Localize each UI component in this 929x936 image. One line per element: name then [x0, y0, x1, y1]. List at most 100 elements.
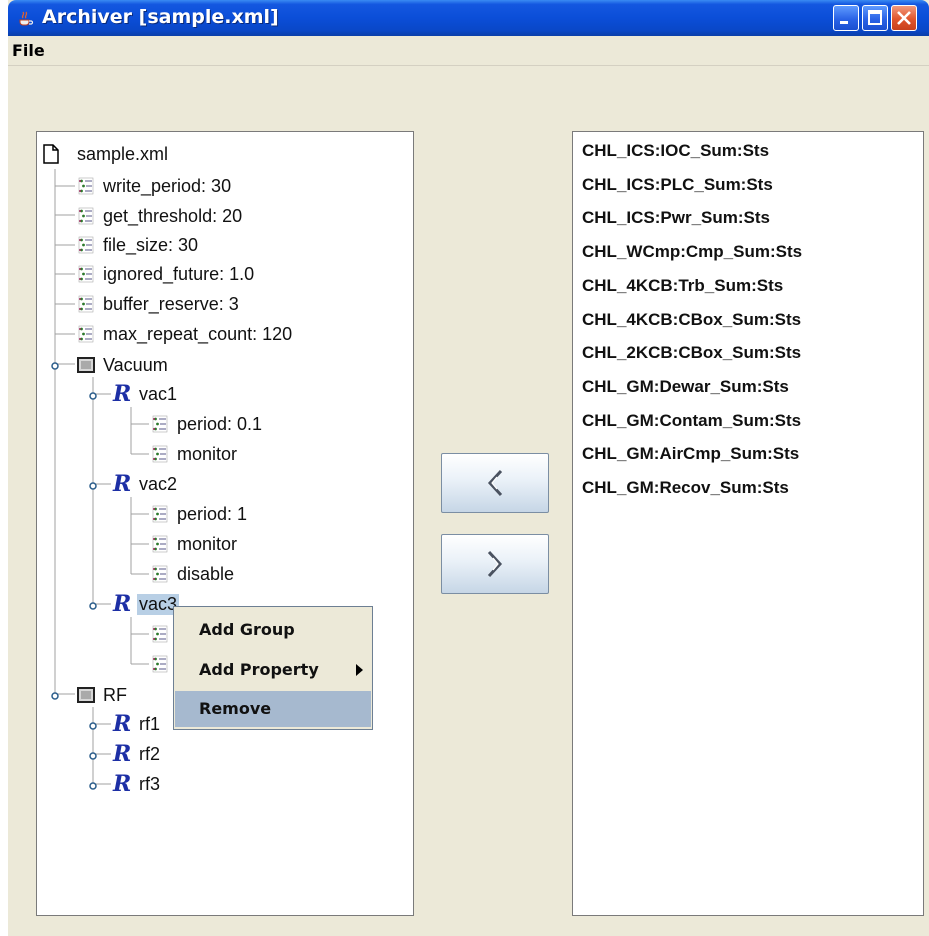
list-item[interactable]: CHL_ICS:IOC_Sum:Sts: [582, 141, 769, 161]
tree-node-property[interactable]: write_period: 30: [77, 172, 233, 200]
tree-node-property[interactable]: monitor: [151, 440, 239, 468]
tree-node-label: period: 0.1: [177, 413, 263, 434]
channel-icon: R: [113, 381, 132, 407]
list-item[interactable]: CHL_GM:AirCmp_Sum:Sts: [582, 444, 799, 464]
property-icon: [152, 535, 168, 553]
minimize-icon: [840, 21, 848, 24]
close-button[interactable]: [891, 5, 917, 31]
minimize-button[interactable]: [833, 5, 859, 31]
move-left-button[interactable]: [441, 453, 549, 513]
menu-item-add-group[interactable]: Add Group: [175, 612, 371, 648]
tree-node-label: max_repeat_count: 120: [103, 323, 293, 344]
list-item[interactable]: CHL_GM:Dewar_Sum:Sts: [582, 377, 789, 397]
tree-node-property[interactable]: period: 0.1: [151, 410, 264, 438]
tree-node-root[interactable]: sample.xml: [43, 140, 170, 168]
tree-node-property[interactable]: [151, 620, 175, 648]
document-icon: [43, 144, 59, 164]
tree-node-label: buffer_reserve: 3: [103, 293, 239, 314]
property-icon: [152, 505, 168, 523]
tree-node-property[interactable]: period: 1: [151, 500, 249, 528]
tree-node-label: rf2: [139, 743, 161, 764]
menu-item-remove[interactable]: Remove: [175, 691, 371, 727]
tree-node-label: period: 1: [177, 503, 248, 524]
maximize-icon: [868, 10, 882, 25]
group-icon: [77, 357, 95, 373]
menu-item-label: Add Property: [199, 660, 319, 679]
menu-item-add-property[interactable]: Add Property: [175, 652, 371, 688]
tree-node-label: sample.xml: [77, 143, 169, 164]
channel-icon: R: [113, 591, 132, 617]
list-item[interactable]: CHL_4KCB:Trb_Sum:Sts: [582, 276, 783, 296]
property-icon: [152, 625, 168, 643]
list-item[interactable]: CHL_GM:Contam_Sum:Sts: [582, 411, 801, 431]
property-icon: [78, 177, 94, 195]
menu-item-label: Add Group: [199, 620, 295, 639]
context-menu: Add Group Add Property Remove: [173, 606, 373, 730]
tree-node-property[interactable]: get_threshold: 20: [77, 202, 244, 230]
tree-node-channel-vac1[interactable]: R vac1: [113, 380, 179, 408]
tree-node-label: RF: [103, 684, 127, 705]
group-icon: [77, 687, 95, 703]
tree-node-property[interactable]: monitor: [151, 530, 239, 558]
tree-node-label: vac2: [139, 473, 178, 494]
property-icon: [152, 415, 168, 433]
java-cup-icon: [19, 11, 34, 26]
property-icon: [78, 236, 94, 254]
property-icon: [78, 265, 94, 283]
channel-icon: R: [113, 711, 132, 737]
tree-node-channel-rf1[interactable]: R rf1: [113, 710, 162, 738]
tree-node-channel-rf3[interactable]: R rf3: [113, 770, 162, 798]
list-item[interactable]: CHL_4KCB:CBox_Sum:Sts: [582, 310, 801, 330]
list-item[interactable]: CHL_ICS:PLC_Sum:Sts: [582, 175, 773, 195]
tree-node-label: ignored_future: 1.0: [103, 263, 255, 284]
tree-node-property[interactable]: disable: [151, 560, 236, 588]
channel-icon: R: [113, 471, 132, 497]
tree-node-label: get_threshold: 20: [103, 205, 243, 226]
property-icon: [78, 295, 94, 313]
tree-node-channel-vac3[interactable]: R vac3: [113, 590, 180, 618]
menu-file[interactable]: File: [12, 41, 45, 60]
tree-node-group-vacuum[interactable]: Vacuum: [77, 351, 170, 379]
archiver-window: Archiver [sample.xml] File sample.xml wr…: [8, 0, 929, 936]
tree-node-label: rf1: [139, 713, 161, 734]
menu-bar: File: [8, 36, 929, 66]
tree-node-label: vac1: [139, 383, 178, 404]
tree-node-channel-vac2[interactable]: R vac2: [113, 470, 179, 498]
property-icon: [152, 655, 168, 673]
tree-node-property[interactable]: [151, 650, 175, 678]
tree-node-label: Vacuum: [103, 354, 168, 375]
move-right-button[interactable]: [441, 534, 549, 594]
menu-item-label: Remove: [199, 699, 272, 718]
list-item[interactable]: CHL_ICS:Pwr_Sum:Sts: [582, 208, 770, 228]
list-item[interactable]: CHL_2KCB:CBox_Sum:Sts: [582, 343, 801, 363]
property-icon: [78, 207, 94, 225]
tree-node-channel-rf2[interactable]: R rf2: [113, 740, 162, 768]
channel-list[interactable]: CHL_ICS:IOC_Sum:Sts CHL_ICS:PLC_Sum:Sts …: [572, 131, 924, 916]
double-chevron-right-icon: [487, 550, 503, 578]
list-item[interactable]: CHL_GM:Recov_Sum:Sts: [582, 478, 789, 498]
channel-icon: R: [113, 771, 132, 797]
tree-node-label: file_size: 30: [103, 234, 199, 255]
tree-node-property[interactable]: ignored_future: 1.0: [77, 260, 256, 288]
tree-node-property[interactable]: max_repeat_count: 120: [77, 320, 294, 348]
tree-node-property[interactable]: file_size: 30: [77, 231, 200, 259]
tree-node-label: write_period: 30: [103, 175, 232, 196]
tree-node-label: monitor: [177, 533, 238, 554]
tree-node-label: rf3: [139, 773, 161, 794]
config-tree[interactable]: sample.xml write_period: 30 get_threshol…: [36, 131, 414, 916]
window-title: Archiver [sample.xml]: [42, 6, 279, 28]
tree-node-label: monitor: [177, 443, 238, 464]
tree-node-group-rf[interactable]: RF: [77, 681, 129, 709]
tree-node-property[interactable]: buffer_reserve: 3: [77, 290, 241, 318]
list-item[interactable]: CHL_WCmp:Cmp_Sum:Sts: [582, 242, 802, 262]
close-icon: [897, 11, 911, 25]
maximize-button[interactable]: [862, 5, 888, 31]
double-chevron-left-icon: [487, 469, 503, 497]
tree-node-label: disable: [177, 563, 235, 584]
channel-icon: R: [113, 741, 132, 767]
title-bar[interactable]: Archiver [sample.xml]: [8, 0, 929, 36]
property-icon: [152, 445, 168, 463]
submenu-arrow-icon: [356, 664, 363, 676]
property-icon: [152, 565, 168, 583]
property-icon: [78, 325, 94, 343]
